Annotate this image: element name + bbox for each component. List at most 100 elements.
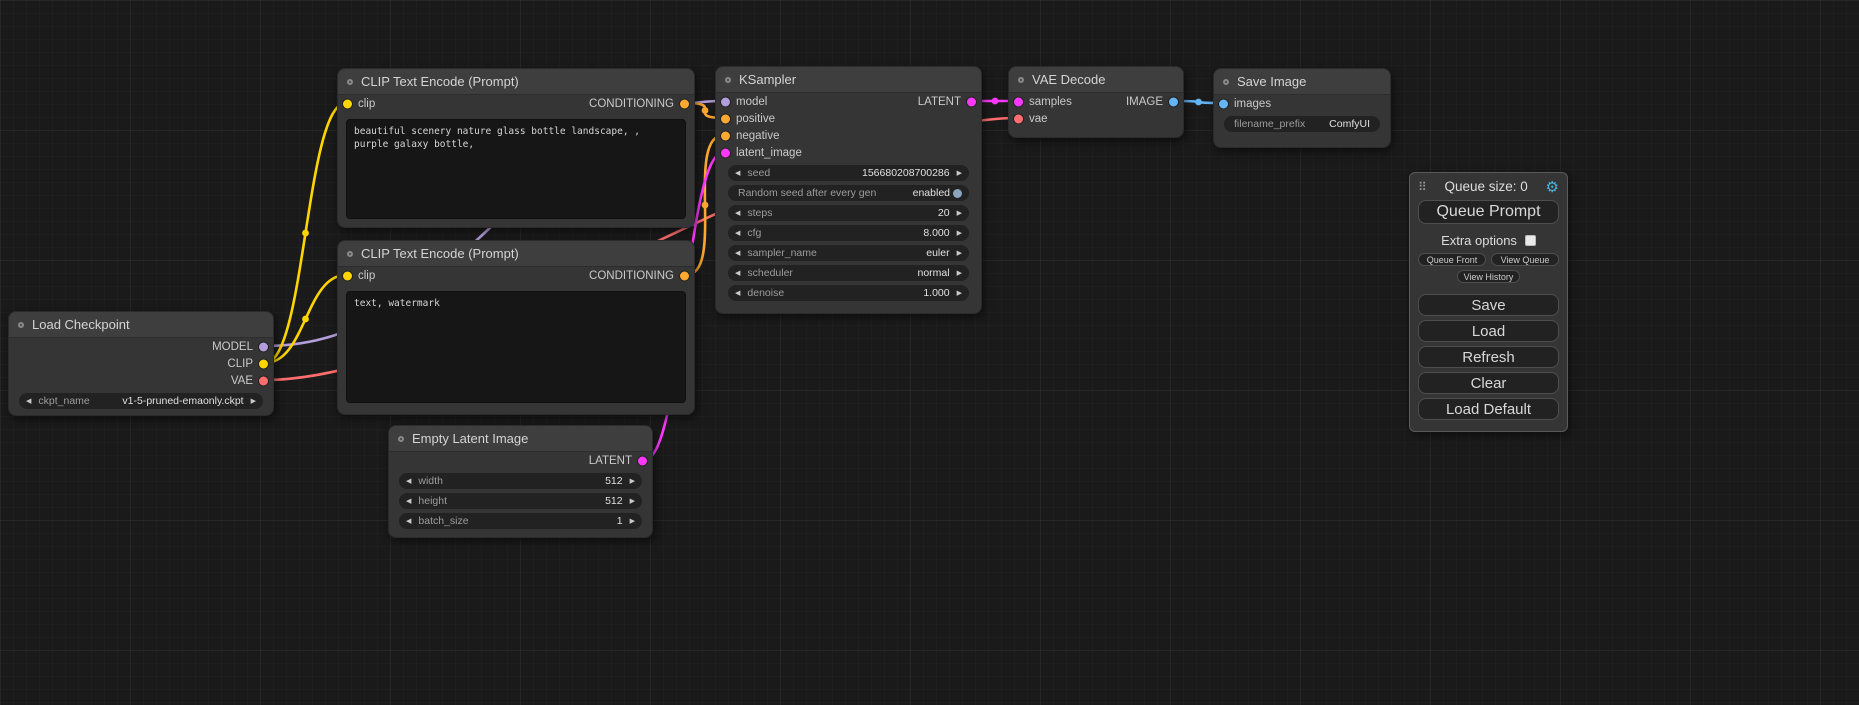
node-title-bar[interactable]: CLIP Text Encode (Prompt) <box>338 69 694 95</box>
ckpt-name-widget[interactable]: ◀ ckpt_name v1-5-pruned-emaonly.ckpt ▶ <box>19 393 263 409</box>
node-collapse-dot-icon[interactable] <box>1223 79 1229 85</box>
clip-input-slot[interactable] <box>343 99 352 108</box>
node-collapse-dot-icon[interactable] <box>1018 77 1024 83</box>
increment-arrow-icon[interactable]: ▶ <box>630 518 635 525</box>
latent-image-input-slot[interactable] <box>721 148 730 157</box>
scheduler-widget[interactable]: ◀ scheduler normal ▶ <box>728 265 969 281</box>
increment-arrow-icon[interactable]: ▶ <box>957 210 962 217</box>
model-input-slot[interactable] <box>721 97 730 106</box>
save-button[interactable]: Save <box>1418 294 1559 316</box>
steps-widget[interactable]: ◀ steps 20 ▶ <box>728 205 969 221</box>
node-clip-text-encode-negative[interactable]: CLIP Text Encode (Prompt) clip CONDITION… <box>337 240 695 415</box>
width-widget[interactable]: ◀ width 512 ▶ <box>399 473 642 489</box>
menu-header: ⠿ Queue size: 0 ⚙ <box>1418 173 1559 200</box>
decrement-arrow-icon[interactable]: ◀ <box>735 270 740 277</box>
samples-input-slot[interactable] <box>1014 97 1023 106</box>
seed-widget[interactable]: ◀ seed 156680208700286 ▶ <box>728 165 969 181</box>
node-title-bar[interactable]: Empty Latent Image <box>389 426 652 452</box>
latent-output-slot[interactable] <box>967 97 976 106</box>
settings-gear-icon[interactable]: ⚙ <box>1546 178 1559 196</box>
node-clip-text-encode-positive[interactable]: CLIP Text Encode (Prompt) clip CONDITION… <box>337 68 695 228</box>
load-button[interactable]: Load <box>1418 320 1559 342</box>
negative-prompt-textarea[interactable]: text, watermark <box>346 291 686 403</box>
decrement-arrow-icon[interactable]: ◀ <box>26 398 31 405</box>
decrement-arrow-icon[interactable]: ◀ <box>406 478 411 485</box>
decrement-arrow-icon[interactable]: ◀ <box>735 170 740 177</box>
output-label-latent: LATENT <box>589 455 632 467</box>
images-input-slot[interactable] <box>1219 99 1228 108</box>
node-title-bar[interactable]: Load Checkpoint <box>9 312 273 338</box>
vae-output-slot[interactable] <box>259 376 268 385</box>
height-widget[interactable]: ◀ height 512 ▶ <box>399 493 642 509</box>
increment-arrow-icon[interactable]: ▶ <box>630 498 635 505</box>
node-title-bar[interactable]: Save Image <box>1214 69 1390 95</box>
sampler-name-widget[interactable]: ◀ sampler_name euler ▶ <box>728 245 969 261</box>
node-collapse-dot-icon[interactable] <box>347 251 353 257</box>
clip-input-slot[interactable] <box>343 271 352 280</box>
increment-arrow-icon[interactable]: ▶ <box>957 270 962 277</box>
image-output-slot[interactable] <box>1169 97 1178 106</box>
widget-value: euler <box>926 247 949 259</box>
widget-label: filename_prefix <box>1234 118 1305 130</box>
clip-output-slot[interactable] <box>259 359 268 368</box>
node-collapse-dot-icon[interactable] <box>398 436 404 442</box>
node-collapse-dot-icon[interactable] <box>347 79 353 85</box>
increment-arrow-icon[interactable]: ▶ <box>957 250 962 257</box>
model-output-slot[interactable] <box>259 342 268 351</box>
decrement-arrow-icon[interactable]: ◀ <box>735 250 740 257</box>
increment-arrow-icon[interactable]: ▶ <box>630 478 635 485</box>
node-vae-decode[interactable]: VAE Decode samples IMAGE vae <box>1008 66 1184 138</box>
widget-value: 8.000 <box>923 227 949 239</box>
node-ksampler[interactable]: KSampler model LATENT positive negative … <box>715 66 982 314</box>
view-queue-button[interactable]: View Queue <box>1491 253 1559 266</box>
node-save-image[interactable]: Save Image images filename_prefix ComfyU… <box>1213 68 1391 148</box>
clear-button[interactable]: Clear <box>1418 372 1559 394</box>
extra-options-checkbox[interactable] <box>1525 235 1536 246</box>
toggle-state-icon[interactable] <box>953 189 962 198</box>
widget-value: 1 <box>617 515 623 527</box>
input-label-model: model <box>736 96 767 108</box>
decrement-arrow-icon[interactable]: ◀ <box>406 518 411 525</box>
widget-label: seed <box>747 167 770 179</box>
vae-input-slot[interactable] <box>1014 114 1023 123</box>
decrement-arrow-icon[interactable]: ◀ <box>735 290 740 297</box>
view-history-button[interactable]: View History <box>1457 270 1521 283</box>
load-default-button[interactable]: Load Default <box>1418 398 1559 420</box>
drag-handle-icon[interactable]: ⠿ <box>1418 180 1427 194</box>
negative-input-slot[interactable] <box>721 131 730 140</box>
node-title-bar[interactable]: CLIP Text Encode (Prompt) <box>338 241 694 267</box>
node-graph-canvas[interactable]: Load Checkpoint MODEL CLIP VAE ◀ ckpt_na… <box>0 0 1859 705</box>
node-collapse-dot-icon[interactable] <box>18 322 24 328</box>
random-seed-toggle-widget[interactable]: Random seed after every gen enabled <box>728 185 969 201</box>
node-title-bar[interactable]: KSampler <box>716 67 981 93</box>
input-label-samples: samples <box>1029 96 1072 108</box>
decrement-arrow-icon[interactable]: ◀ <box>735 210 740 217</box>
decrement-arrow-icon[interactable]: ◀ <box>406 498 411 505</box>
positive-input-slot[interactable] <box>721 114 730 123</box>
positive-prompt-textarea[interactable]: beautiful scenery nature glass bottle la… <box>346 119 686 219</box>
widget-value: enabled <box>913 187 950 199</box>
denoise-widget[interactable]: ◀ denoise 1.000 ▶ <box>728 285 969 301</box>
output-label-conditioning: CONDITIONING <box>589 270 674 282</box>
decrement-arrow-icon[interactable]: ◀ <box>735 230 740 237</box>
extra-options-row: Extra options <box>1418 231 1559 249</box>
widget-label: Random seed after every gen <box>738 187 876 199</box>
conditioning-output-slot[interactable] <box>680 271 689 280</box>
node-load-checkpoint[interactable]: Load Checkpoint MODEL CLIP VAE ◀ ckpt_na… <box>8 311 274 416</box>
cfg-widget[interactable]: ◀ cfg 8.000 ▶ <box>728 225 969 241</box>
node-empty-latent-image[interactable]: Empty Latent Image LATENT ◀ width 512 ▶ … <box>388 425 653 538</box>
queue-prompt-button[interactable]: Queue Prompt <box>1418 200 1559 224</box>
node-title: CLIP Text Encode (Prompt) <box>361 246 519 261</box>
refresh-button[interactable]: Refresh <box>1418 346 1559 368</box>
filename-prefix-widget[interactable]: filename_prefix ComfyUI <box>1224 116 1380 132</box>
conditioning-output-slot[interactable] <box>680 99 689 108</box>
batch-size-widget[interactable]: ◀ batch_size 1 ▶ <box>399 513 642 529</box>
increment-arrow-icon[interactable]: ▶ <box>957 230 962 237</box>
latent-output-slot[interactable] <box>638 456 647 465</box>
queue-front-button[interactable]: Queue Front <box>1418 253 1486 266</box>
node-title-bar[interactable]: VAE Decode <box>1009 67 1183 93</box>
increment-arrow-icon[interactable]: ▶ <box>957 170 962 177</box>
node-collapse-dot-icon[interactable] <box>725 77 731 83</box>
increment-arrow-icon[interactable]: ▶ <box>957 290 962 297</box>
increment-arrow-icon[interactable]: ▶ <box>251 398 256 405</box>
